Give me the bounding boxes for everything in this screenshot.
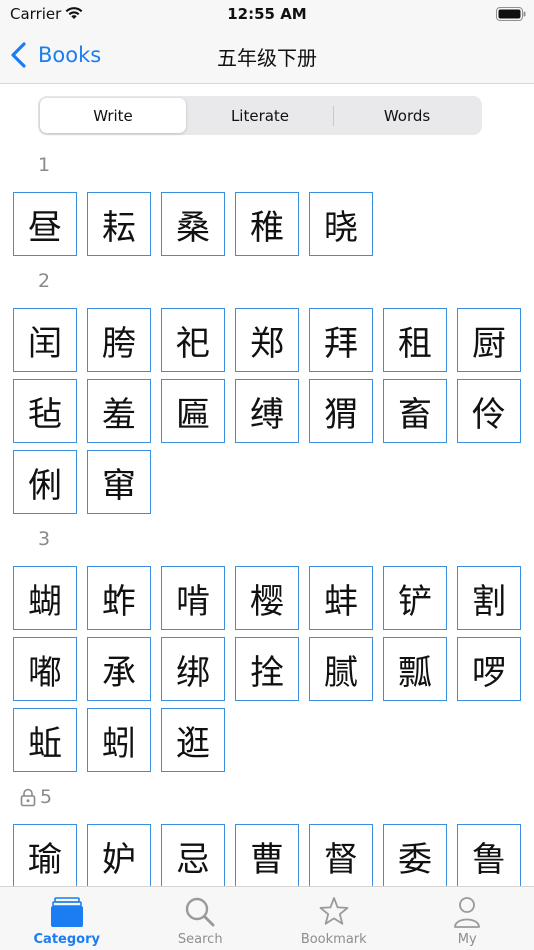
character-cell[interactable]: 啃 xyxy=(161,566,225,630)
category-icon xyxy=(50,897,83,927)
character-cell[interactable]: 绑 xyxy=(161,637,225,701)
tab-label: Category xyxy=(33,932,100,947)
character-cell[interactable]: 逛 xyxy=(161,708,225,772)
character-cell[interactable]: 猬 xyxy=(309,379,373,443)
section-number: 5 xyxy=(40,786,53,808)
character-cell[interactable]: 耘 xyxy=(87,192,151,256)
character-cell[interactable]: 俐 xyxy=(13,450,77,514)
tab-search[interactable]: Search xyxy=(134,887,268,950)
section-header: 1 xyxy=(38,154,50,176)
clock: 12:55 AM xyxy=(227,5,307,23)
mode-segmented-control: Write Literate Words xyxy=(38,96,482,135)
character-cell[interactable]: 厨 xyxy=(457,308,521,372)
character-cell[interactable]: 瑜 xyxy=(13,824,77,886)
character-cell[interactable]: 昼 xyxy=(13,192,77,256)
section-5-grid: 瑜 妒 忌 曹 督 委 鲁 xyxy=(13,824,523,886)
tab-bookmark[interactable]: Bookmark xyxy=(267,887,401,950)
character-cell[interactable]: 胯 xyxy=(87,308,151,372)
character-cell[interactable]: 嘟 xyxy=(13,637,77,701)
character-cell[interactable]: 桑 xyxy=(161,192,225,256)
segment-write[interactable]: Write xyxy=(40,98,186,133)
character-cell[interactable]: 割 xyxy=(457,566,521,630)
tab-category[interactable]: Category xyxy=(0,887,134,950)
section-1-grid: 昼 耘 桑 稚 晓 xyxy=(13,192,523,256)
segment-words[interactable]: Words xyxy=(334,98,480,133)
character-cell[interactable]: 缚 xyxy=(235,379,299,443)
character-cell[interactable]: 鲁 xyxy=(457,824,521,886)
character-cell[interactable]: 樱 xyxy=(235,566,299,630)
character-cell[interactable]: 郑 xyxy=(235,308,299,372)
character-cell[interactable]: 瓢 xyxy=(383,637,447,701)
character-cell[interactable]: 晓 xyxy=(309,192,373,256)
segment-literate[interactable]: Literate xyxy=(187,98,333,133)
character-cell[interactable]: 伶 xyxy=(457,379,521,443)
character-cell[interactable]: 蚯 xyxy=(13,708,77,772)
battery-icon xyxy=(496,7,526,21)
character-cell[interactable]: 蝴 xyxy=(13,566,77,630)
section-2-grid: 闰 胯 祀 郑 拜 租 厨 毡 羞 匾 缚 猬 畜 伶 俐 窜 xyxy=(13,308,523,514)
character-cell[interactable]: 拜 xyxy=(309,308,373,372)
search-icon xyxy=(186,897,215,927)
character-cell[interactable]: 匾 xyxy=(161,379,225,443)
character-cell[interactable]: 闰 xyxy=(13,308,77,372)
character-cell[interactable]: 妒 xyxy=(87,824,151,886)
character-cell[interactable]: 窜 xyxy=(87,450,151,514)
tab-my[interactable]: My xyxy=(401,887,534,950)
character-cell[interactable]: 腻 xyxy=(309,637,373,701)
tab-bar: Category Search Bookmark My xyxy=(0,886,534,950)
character-cell[interactable]: 拴 xyxy=(235,637,299,701)
section-header: 5 xyxy=(20,786,53,808)
tab-label: Bookmark xyxy=(300,932,367,947)
page-title: 五年级下册 xyxy=(217,46,317,70)
tab-label: Search xyxy=(177,932,223,947)
section-number: 3 xyxy=(38,528,51,550)
section-3-grid: 蝴 蚱 啃 樱 蚌 铲 割 嘟 承 绑 拴 腻 瓢 啰 蚯 蚓 逛 xyxy=(13,566,523,772)
lock-icon xyxy=(20,788,36,807)
star-icon xyxy=(319,897,349,925)
character-cell[interactable]: 蚌 xyxy=(309,566,373,630)
character-cell[interactable]: 蚱 xyxy=(87,566,151,630)
character-cell[interactable]: 毡 xyxy=(13,379,77,443)
character-cell[interactable]: 祀 xyxy=(161,308,225,372)
tab-label: My xyxy=(457,932,477,947)
section-header: 3 xyxy=(38,528,50,550)
character-cell[interactable]: 啰 xyxy=(457,637,521,701)
character-cell[interactable]: 委 xyxy=(383,824,447,886)
character-cell[interactable]: 督 xyxy=(309,824,373,886)
character-cell[interactable]: 羞 xyxy=(87,379,151,443)
character-cell[interactable]: 畜 xyxy=(383,379,447,443)
character-cell[interactable]: 承 xyxy=(87,637,151,701)
navigation-bar: Books 五年级下册 xyxy=(0,28,534,84)
section-number: 2 xyxy=(38,270,51,292)
character-list[interactable]: 1 昼 耘 桑 稚 晓 2 闰 胯 祀 郑 拜 租 厨 毡 羞 匾 缚 猬 畜 … xyxy=(0,140,534,886)
character-cell[interactable]: 稚 xyxy=(235,192,299,256)
character-cell[interactable]: 忌 xyxy=(161,824,225,886)
character-cell[interactable]: 蚓 xyxy=(87,708,151,772)
character-cell[interactable]: 曹 xyxy=(235,824,299,886)
section-header: 2 xyxy=(38,270,50,292)
character-cell[interactable]: 铲 xyxy=(383,566,447,630)
status-bar: Carrier 12:55 AM xyxy=(0,0,534,28)
character-cell[interactable]: 租 xyxy=(383,308,447,372)
person-icon xyxy=(454,897,481,928)
section-number: 1 xyxy=(38,154,51,176)
